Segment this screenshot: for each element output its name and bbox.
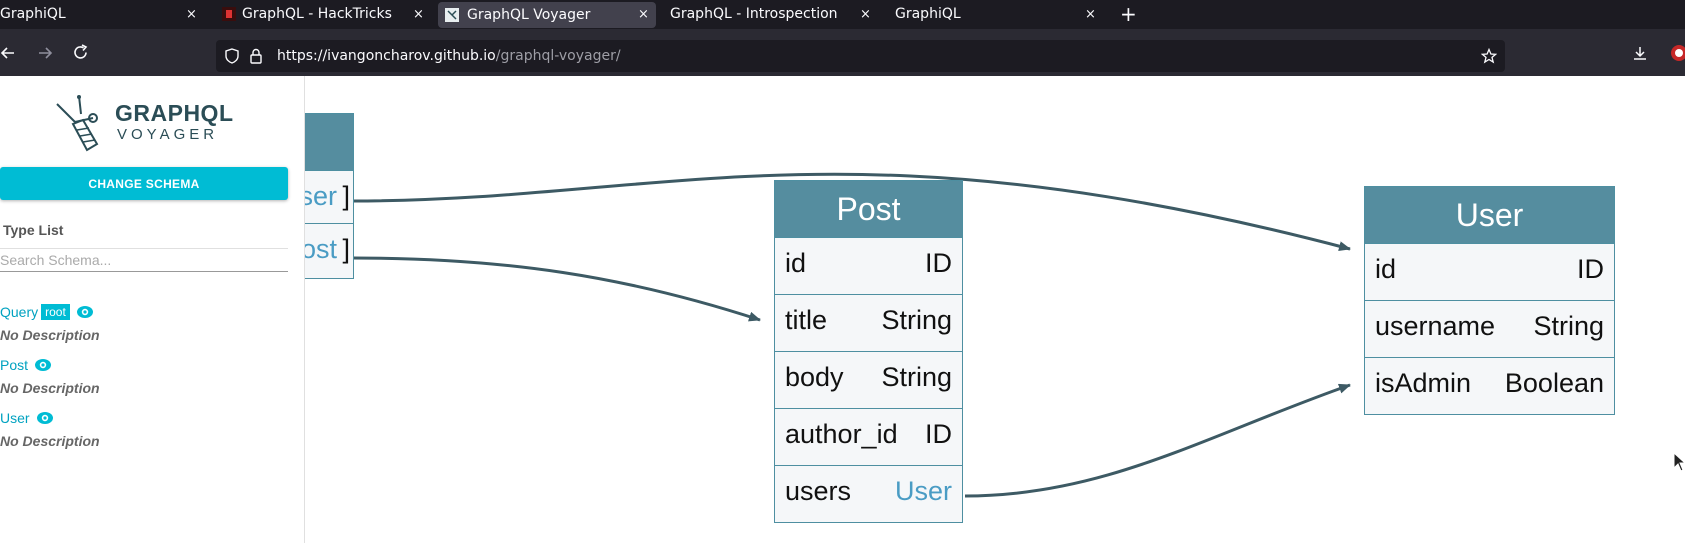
- tab-graphiql-2[interactable]: GraphiQL ×: [887, 0, 1102, 29]
- mouse-cursor-icon: [1673, 452, 1685, 472]
- url-bar[interactable]: https://ivangoncharov.github.io/graphql-…: [216, 40, 1505, 72]
- tab-title: GraphQL - HackTricks: [242, 6, 392, 22]
- voyager-favicon-icon: [445, 8, 459, 22]
- type-item-post: Post No Description: [0, 357, 100, 396]
- post-node[interactable]: Post id ID title String body String auth…: [774, 180, 963, 523]
- post-field-title[interactable]: title String: [775, 294, 962, 351]
- field-type: ID: [925, 419, 952, 449]
- hacktricks-favicon-icon: [222, 7, 236, 21]
- type-list-heading: Type List: [3, 222, 64, 238]
- query-field-posts[interactable]: ost ]: [305, 223, 353, 278]
- field-name: users: [785, 476, 852, 506]
- download-icon[interactable]: [1632, 45, 1648, 61]
- sidebar: GRAPHQL VOYAGER CHANGE SCHEMA Type List …: [0, 76, 305, 543]
- post-field-id[interactable]: id ID: [775, 237, 962, 294]
- user-field-username[interactable]: username String: [1365, 300, 1614, 357]
- shield-icon[interactable]: [224, 48, 240, 64]
- reload-icon[interactable]: [72, 44, 89, 61]
- type-description: No Description: [0, 380, 100, 396]
- field-name: username: [1375, 311, 1496, 341]
- field-type[interactable]: ost: [305, 234, 337, 265]
- type-link-post[interactable]: Post: [0, 357, 28, 373]
- user-field-isadmin[interactable]: isAdmin Boolean: [1365, 357, 1614, 414]
- url-path: /graphql-voyager/: [495, 48, 621, 64]
- extension-icon[interactable]: [1670, 43, 1685, 62]
- field-name: isAdmin: [1375, 368, 1472, 398]
- tab-hacktricks[interactable]: GraphQL - HackTricks ×: [215, 0, 430, 29]
- tab-bar: GraphiQL × GraphQL - HackTricks × GraphQ…: [0, 0, 1685, 29]
- tab-title: GraphiQL: [895, 6, 961, 22]
- lock-icon[interactable]: [249, 48, 263, 64]
- field-type-suffix: ]: [342, 181, 350, 211]
- close-icon[interactable]: ×: [186, 0, 197, 29]
- star-icon[interactable]: [1481, 48, 1497, 64]
- field-type[interactable]: ser: [305, 181, 337, 212]
- tab-graphiql-1[interactable]: GraphiQL ×: [0, 0, 210, 29]
- type-description: No Description: [0, 327, 100, 343]
- type-link-user[interactable]: User: [0, 410, 30, 426]
- post-field-author-id[interactable]: author_id ID: [775, 408, 962, 465]
- query-node[interactable]: ser ] ost ]: [305, 113, 354, 279]
- logo-subtitle: VOYAGER: [117, 126, 219, 143]
- type-description: No Description: [0, 433, 100, 449]
- field-type: String: [881, 305, 952, 335]
- url-text[interactable]: https://ivangoncharov.github.io/graphql-…: [277, 40, 621, 72]
- url-host: https://ivangoncharov.github.io: [277, 48, 496, 64]
- tab-title: GraphQL Voyager: [467, 7, 591, 23]
- close-icon[interactable]: ×: [860, 0, 871, 29]
- node-title: Post: [775, 181, 962, 237]
- tab-title: GraphQL - Introspection: [670, 6, 838, 22]
- type-item-query: Query root No Description: [0, 304, 100, 343]
- post-field-users[interactable]: users User: [775, 465, 962, 522]
- type-link-query[interactable]: Query: [0, 304, 38, 320]
- schema-graph[interactable]: ser ] ost ] Post id ID title String body…: [305, 76, 1685, 543]
- user-field-id[interactable]: id ID: [1365, 243, 1614, 300]
- node-title: User: [1365, 187, 1614, 243]
- field-type: ID: [1577, 254, 1604, 284]
- eye-icon[interactable]: [76, 305, 94, 319]
- change-schema-button[interactable]: CHANGE SCHEMA: [0, 167, 288, 200]
- type-item-user: User No Description: [0, 410, 100, 449]
- query-field-users[interactable]: ser ]: [305, 170, 353, 223]
- close-icon[interactable]: ×: [413, 0, 424, 29]
- eye-icon[interactable]: [34, 358, 52, 372]
- field-name: body: [785, 362, 844, 392]
- forward-icon[interactable]: [37, 45, 53, 61]
- edge-query-posts[interactable]: [352, 256, 761, 322]
- field-type: String: [1533, 311, 1604, 341]
- field-name: id: [1375, 254, 1397, 284]
- voyager-satellite-icon: [56, 95, 99, 152]
- tab-graphql-voyager[interactable]: GraphQL Voyager ×: [438, 2, 656, 28]
- field-type: ID: [925, 248, 952, 278]
- field-type[interactable]: User: [895, 476, 952, 507]
- field-name: id: [785, 248, 807, 278]
- field-type-suffix: ]: [342, 234, 350, 264]
- tab-introspection[interactable]: GraphQL - Introspection ×: [662, 0, 877, 29]
- user-node[interactable]: User id ID username String isAdmin Boole…: [1364, 186, 1615, 415]
- eye-icon[interactable]: [36, 411, 54, 425]
- edge-post-users[interactable]: [964, 383, 1351, 498]
- search-schema-input[interactable]: [0, 248, 288, 272]
- field-type: String: [881, 362, 952, 392]
- field-name: title: [785, 305, 828, 335]
- close-icon[interactable]: ×: [1085, 0, 1096, 29]
- close-icon[interactable]: ×: [638, 2, 649, 28]
- back-icon[interactable]: [0, 45, 16, 61]
- root-badge: root: [41, 304, 70, 320]
- graphql-voyager-logo: GRAPHQL VOYAGER: [55, 94, 235, 156]
- field-type: Boolean: [1504, 368, 1604, 398]
- logo-title: GRAPHQL: [115, 100, 234, 126]
- tab-title: GraphiQL: [0, 6, 66, 22]
- query-node-header: [305, 114, 353, 170]
- field-name: author_id: [785, 419, 898, 449]
- post-field-body[interactable]: body String: [775, 351, 962, 408]
- new-tab-button[interactable]: +: [1120, 0, 1137, 29]
